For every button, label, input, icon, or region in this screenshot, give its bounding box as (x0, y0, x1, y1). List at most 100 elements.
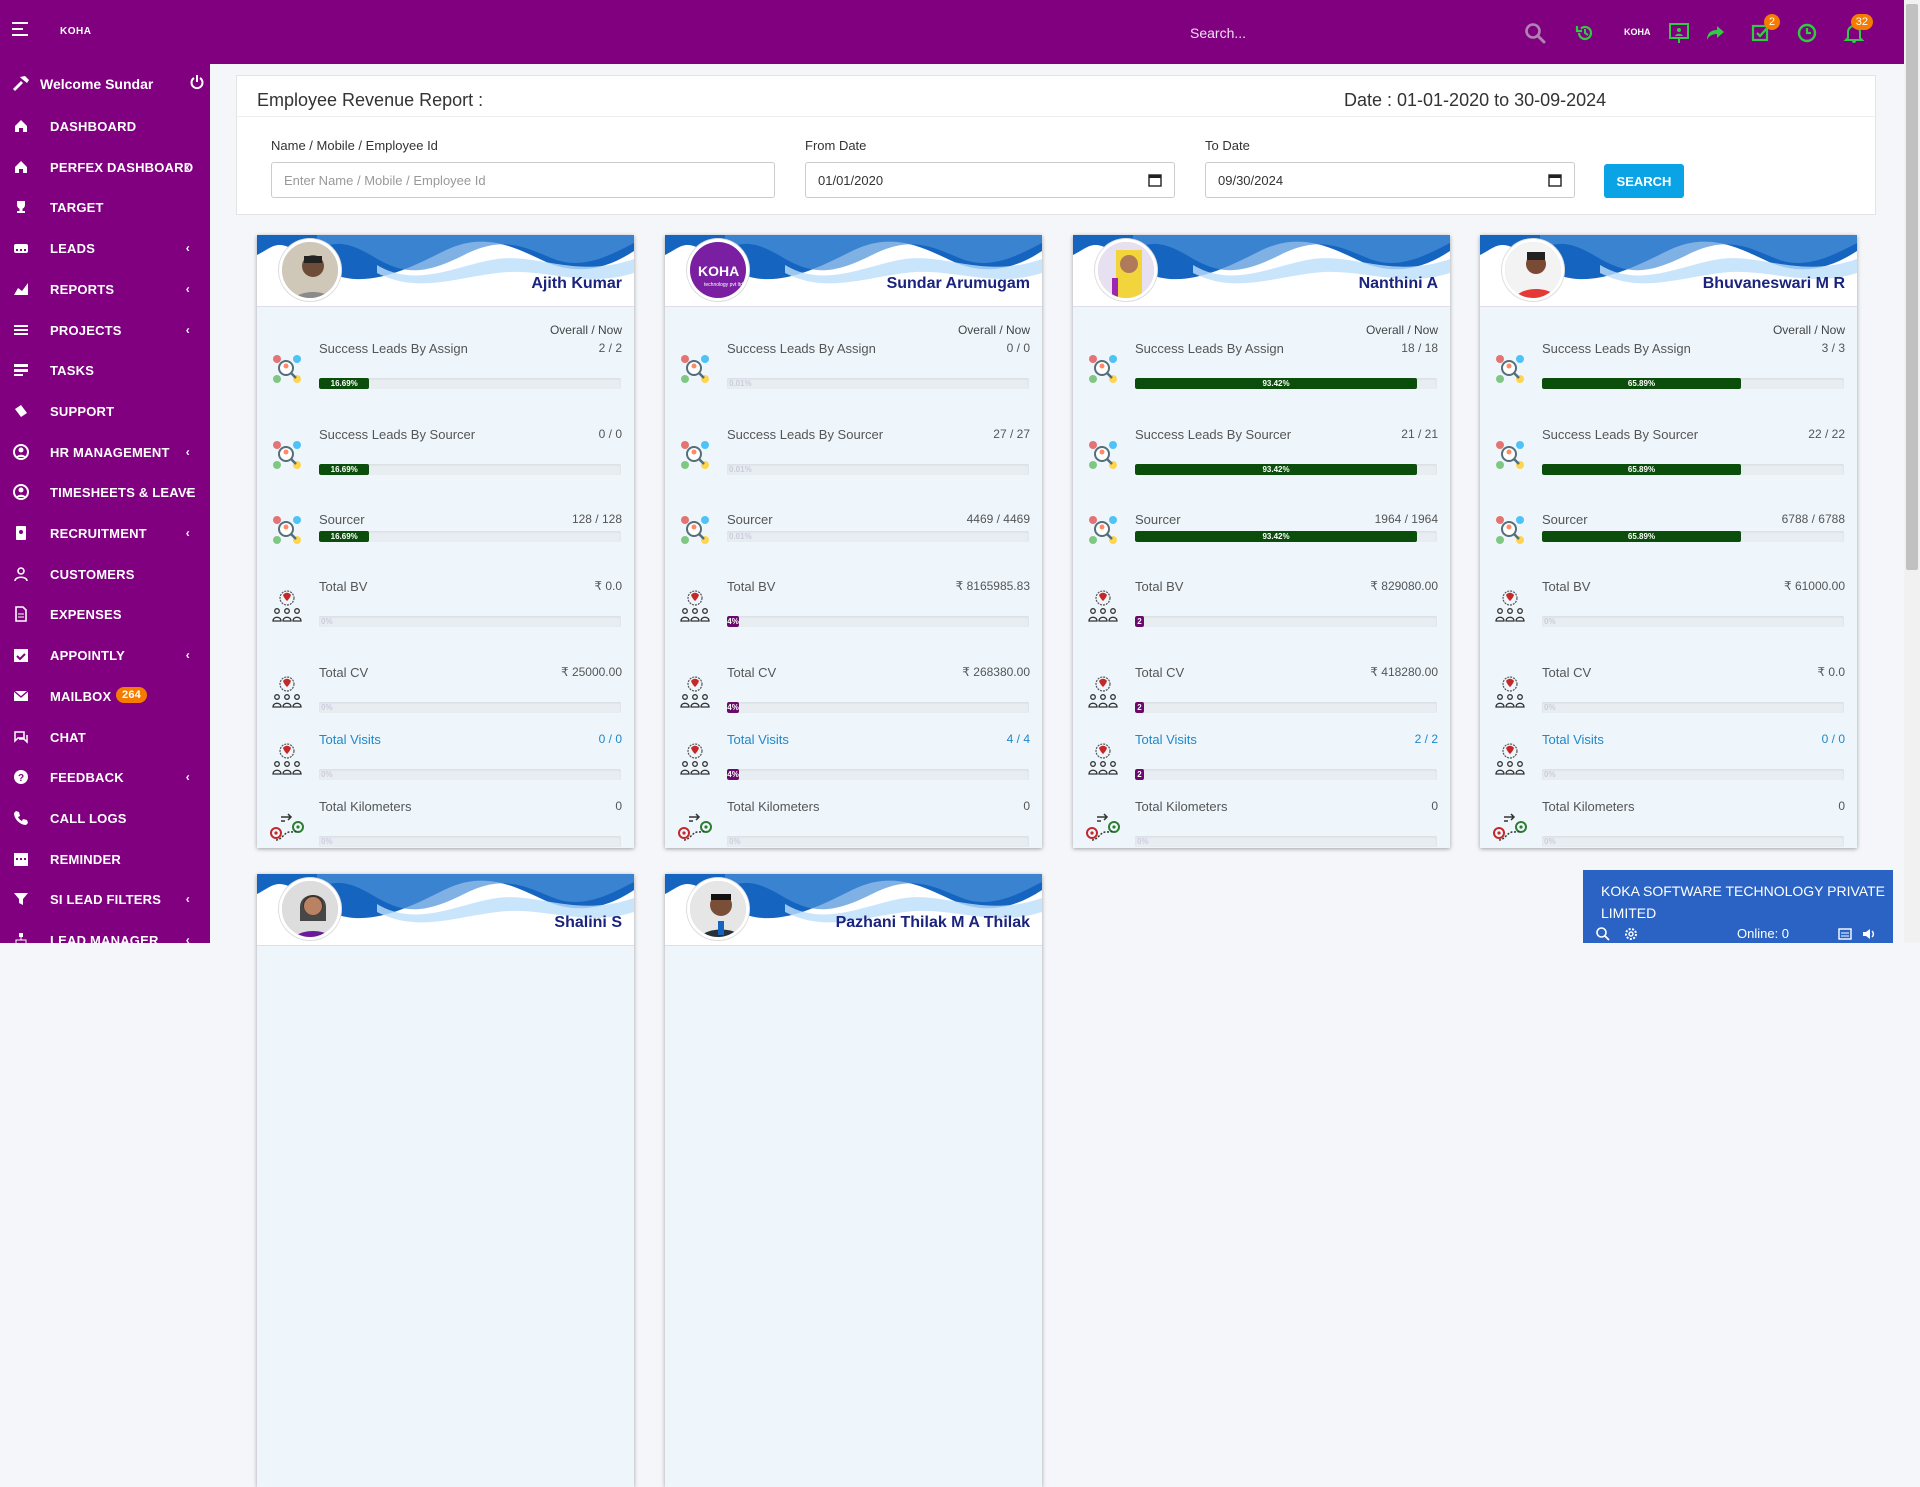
employee-name[interactable]: Bhuvaneswari M R (1703, 275, 1845, 293)
calendar-icon[interactable] (1548, 173, 1562, 187)
sidebar-item-appointly[interactable]: APPOINTLY ‹ (0, 640, 210, 670)
name-filter-label: Name / Mobile / Employee Id (271, 138, 438, 153)
team-target-icon (680, 676, 710, 708)
sidebar-item-support[interactable]: SUPPORT (0, 396, 210, 426)
presentation-icon[interactable] (1668, 22, 1690, 44)
search-input[interactable] (1190, 18, 1490, 48)
sidebar-item-target[interactable]: TARGET (0, 192, 210, 222)
progress-fill: 16.69% (319, 378, 370, 389)
sidebar-item-customers[interactable]: CUSTOMERS (0, 559, 210, 589)
search-button[interactable]: SEARCH (1604, 164, 1684, 198)
employee-name[interactable]: Nanthini A (1359, 275, 1438, 293)
brand-logo[interactable]: KOHA (60, 26, 91, 37)
sidebar-item-reminder[interactable]: REMINDER (0, 844, 210, 874)
sidebar-item-leads[interactable]: LEADS ‹ (0, 233, 210, 263)
search-icon[interactable] (1524, 22, 1546, 44)
employee-name[interactable]: Ajith Kumar (531, 275, 622, 293)
volume-icon[interactable] (1861, 926, 1877, 942)
progress-bar: 0% (1542, 769, 1844, 780)
notifications-button[interactable]: 32 (1843, 14, 1873, 44)
progress-bar: 16.69% (319, 378, 621, 389)
metric-label[interactable]: Total Visits (1542, 732, 1604, 747)
sidebar-item-dashboard[interactable]: DASHBOARD (0, 111, 210, 141)
employee-card-shalini-s: Shalini S (257, 874, 634, 1487)
scrollbar-thumb[interactable] (1906, 4, 1918, 570)
metric-value: 2 / 2 (1414, 732, 1438, 746)
to-date-input[interactable]: 09/30/2024 (1205, 162, 1575, 198)
sidebar-item-expenses[interactable]: EXPENSES (0, 599, 210, 629)
tasks-button[interactable]: 2 (1750, 14, 1780, 44)
koha-small-logo[interactable]: KOHA (1624, 27, 1651, 37)
team-target-icon (680, 743, 710, 775)
metric-success-leads-by-sourcer: Success Leads By Sourcer 21 / 21 93.42% (1073, 427, 1450, 497)
metric-label[interactable]: Total Visits (727, 732, 789, 747)
sidebar-item-call-logs[interactable]: CALL LOGS (0, 803, 210, 833)
metric-total-bv: Total BV ₹ 61000.00 0% (1480, 579, 1857, 649)
team-target-icon (1088, 743, 1118, 775)
clock-icon[interactable] (1796, 22, 1818, 44)
metric-success-leads-by-sourcer: Success Leads By Sourcer 22 / 22 65.89% (1480, 427, 1857, 497)
file-icon (15, 606, 27, 623)
share-icon[interactable] (1704, 22, 1726, 44)
chevron-left-icon: ‹ (185, 444, 190, 459)
sidebar-item-hr-management[interactable]: HR MANAGEMENT ‹ (0, 437, 210, 467)
name-filter-input[interactable] (271, 162, 775, 198)
metric-value: 0 / 0 (1006, 341, 1030, 355)
chat-widget[interactable]: KOKA SOFTWARE TECHNOLOGY PRIVATE LIMITED… (1583, 870, 1893, 943)
sidebar-item-si-lead-filters[interactable]: SI LEAD FILTERS ‹ (0, 884, 210, 914)
history-icon[interactable] (1574, 22, 1596, 44)
sidebar-item-chat[interactable]: CHAT (0, 722, 210, 752)
employee-name[interactable]: Sundar Arumugam (887, 275, 1030, 293)
progress-bar: 4% (727, 769, 1029, 780)
metric-value: ₹ 61000.00 (1783, 579, 1845, 593)
menu-toggle-icon[interactable] (12, 22, 28, 36)
progress-fill: 4% (727, 616, 740, 627)
chevron-left-icon: ‹ (185, 770, 190, 785)
progress-fill: 0% (1544, 617, 1556, 626)
calendar-icon[interactable] (1148, 173, 1162, 187)
sidebar-item-timesheets-leave[interactable]: TIMESHEETS & LEAVE ‹ (0, 477, 210, 507)
sidebar-item-label: PERFEX DASHBOARD (50, 159, 194, 175)
id-badge-icon (16, 526, 26, 540)
metric-label[interactable]: Total Visits (1135, 732, 1197, 747)
progress-fill: 0% (1544, 703, 1556, 712)
sidebar-item-projects[interactable]: PROJECTS ‹ (0, 315, 210, 345)
employee-name[interactable]: Pazhani Thilak M A Thilak (836, 914, 1030, 932)
overall-now-label: Overall / Now (549, 323, 622, 337)
search-icon[interactable] (1595, 926, 1611, 942)
calendar-check-icon (14, 649, 28, 663)
sidebar-item-tasks[interactable]: TASKS (0, 355, 210, 385)
metric-label: Total CV (727, 665, 777, 680)
sidebar-item-label: TARGET (50, 200, 104, 216)
employee-card-pazhani-thilak-m-a-thilak: Pazhani Thilak M A Thilak (665, 874, 1042, 1487)
metric-success-leads-by-assign: Success Leads By Assign 3 / 3 65.89% (1480, 341, 1857, 411)
sidebar-item-lead-manager[interactable]: LEAD MANAGER ‹ (0, 925, 210, 943)
metric-total-kilometers: Total Kilometers 0 0% (257, 799, 634, 848)
card-header: Pazhani Thilak M A Thilak (665, 874, 1042, 946)
sidebar-item-mailbox[interactable]: MAILBOX 264 (0, 681, 210, 711)
metric-sourcer: Sourcer 128 / 128 16.69% (257, 512, 634, 582)
sidebar-item-recruitment[interactable]: RECRUITMENT ‹ (0, 518, 210, 548)
metric-total-kilometers: Total Kilometers 0 0% (1073, 799, 1450, 848)
list-icon[interactable] (1837, 926, 1853, 942)
metric-label[interactable]: Total Visits (319, 732, 381, 747)
metric-value: 6788 / 6788 (1781, 512, 1845, 526)
employee-name[interactable]: Shalini S (554, 914, 622, 932)
power-icon[interactable] (189, 74, 205, 90)
chevron-left-icon: ‹ (185, 933, 190, 943)
sidebar-item-reports[interactable]: REPORTS ‹ (0, 274, 210, 304)
metric-success-leads-by-sourcer: Success Leads By Sourcer 0 / 0 16.69% (257, 427, 634, 497)
metric-value: 4469 / 4469 (966, 512, 1030, 526)
lead-search-icon (681, 355, 709, 383)
card-header: KOHA technology pvt ltd Sundar Arumugam (665, 235, 1042, 307)
progress-bar: 0.01% (727, 531, 1029, 542)
from-date-input[interactable]: 01/01/2020 (805, 162, 1175, 198)
sidebar-item-perfex-dashboard[interactable]: PERFEX DASHBOARD ‹ (0, 152, 210, 182)
metric-value: 0 / 0 (598, 732, 622, 746)
envelope-icon (13, 690, 29, 701)
progress-bar: 0% (727, 836, 1029, 847)
sidebar-item-feedback[interactable]: ? FEEDBACK ‹ (0, 762, 210, 792)
sidebar-item-label: MAILBOX (50, 688, 112, 704)
progress-fill: 65.89% (1542, 531, 1741, 542)
gear-icon[interactable] (1623, 926, 1639, 942)
